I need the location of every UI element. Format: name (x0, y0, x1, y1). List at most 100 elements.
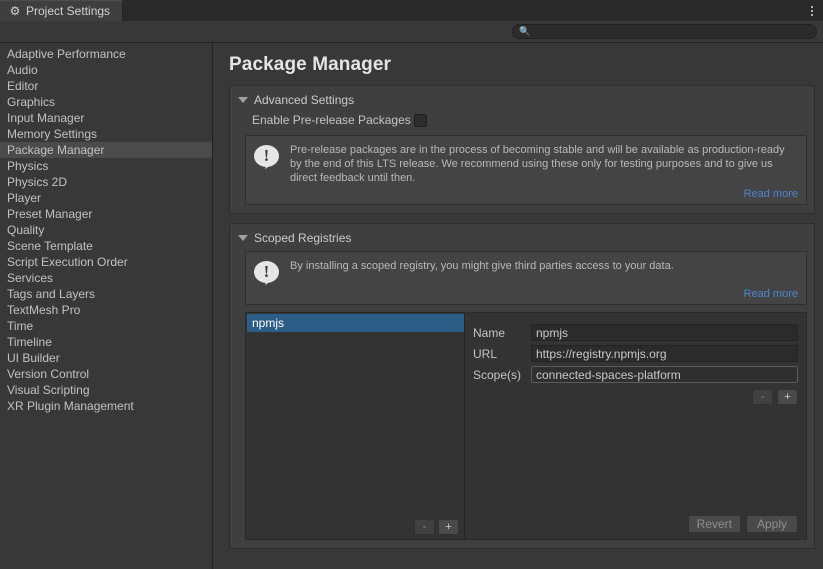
registry-scopes-label: Scope(s) (473, 367, 522, 382)
read-more-link[interactable]: Read more (744, 288, 798, 300)
sidebar-item-scene-template[interactable]: Scene Template (0, 238, 212, 254)
sidebar-item-label: Scene Template (7, 239, 93, 253)
sidebar-item-label: XR Plugin Management (7, 399, 134, 413)
sidebar-item-label: Input Manager (7, 111, 85, 125)
registry-detail-pane: Name URL Scope(s) - + (465, 313, 806, 539)
sidebar-item-player[interactable]: Player (0, 190, 212, 206)
read-more-link[interactable]: Read more (744, 188, 798, 200)
sidebar-item-label: Preset Manager (7, 207, 93, 221)
search-icon: 🔍 (519, 26, 531, 36)
window-body: Adaptive Performance Audio Editor Graphi… (0, 43, 823, 569)
registry-scopes-row: Scope(s) (473, 365, 798, 384)
sidebar-item-audio[interactable]: Audio (0, 62, 212, 78)
more-options-icon[interactable] (801, 0, 823, 21)
scoped-registries-info-box: ! By installing a scoped registry, you m… (245, 251, 807, 305)
sidebar-item-label: Audio (7, 63, 38, 77)
sidebar-item-xr-plugin-management[interactable]: XR Plugin Management (0, 398, 212, 414)
prerelease-info-text: Pre-release packages are in the process … (290, 144, 785, 184)
sidebar-item-label: Physics (7, 159, 49, 173)
sidebar-item-timeline[interactable]: Timeline (0, 334, 212, 350)
list-item[interactable]: npmjs (247, 314, 464, 332)
sidebar-item-version-control[interactable]: Version Control (0, 366, 212, 382)
sidebar-item-textmesh-pro[interactable]: TextMesh Pro (0, 302, 212, 318)
bubble-exclamation: ! (263, 262, 270, 281)
registry-scopes-input[interactable] (531, 366, 798, 383)
registry-url-input[interactable] (531, 345, 798, 362)
sidebar-item-preset-manager[interactable]: Preset Manager (0, 206, 212, 222)
kebab-dot (811, 13, 813, 16)
scoped-registries-group: Scoped Registries ! By installing a scop… (229, 223, 815, 549)
tab-project-settings[interactable]: ⚙ Project Settings (0, 0, 124, 21)
add-scope-button[interactable]: + (777, 389, 798, 405)
registry-action-buttons: Revert Apply (473, 515, 798, 533)
apply-button[interactable]: Apply (746, 515, 798, 533)
search-input[interactable] (534, 25, 810, 38)
info-exclamation-icon: ! (254, 261, 280, 287)
sidebar-item-label: Tags and Layers (7, 287, 96, 301)
revert-button[interactable]: Revert (687, 515, 741, 533)
remove-scope-button[interactable]: - (752, 389, 773, 405)
registry-list-buttons: - + (246, 515, 464, 539)
sidebar-item-adaptive-performance[interactable]: Adaptive Performance (0, 46, 212, 62)
sidebar-item-label: UI Builder (7, 351, 60, 365)
sidebar-item-visual-scripting[interactable]: Visual Scripting (0, 382, 212, 398)
gear-icon: ⚙ (9, 4, 21, 18)
kebab-dot (811, 9, 813, 12)
sidebar-item-label: Visual Scripting (7, 383, 90, 397)
settings-content-pane: Package Manager Advanced Settings Enable… (213, 43, 823, 569)
registry-list[interactable]: npmjs (246, 313, 464, 515)
sidebar-item-services[interactable]: Services (0, 270, 212, 286)
sidebar-item-label: Timeline (7, 335, 52, 349)
sidebar-item-script-execution-order[interactable]: Script Execution Order (0, 254, 212, 270)
scoped-registries-readmore-row: Read more (254, 286, 798, 300)
sidebar-item-memory-settings[interactable]: Memory Settings (0, 126, 212, 142)
chevron-down-icon (238, 234, 248, 241)
sidebar-item-quality[interactable]: Quality (0, 222, 212, 238)
project-settings-window: ⚙ Project Settings 🔍 Adaptive Performanc… (0, 0, 823, 569)
sidebar-item-tags-and-layers[interactable]: Tags and Layers (0, 286, 212, 302)
sidebar-item-label: Editor (7, 79, 39, 93)
sidebar-item-editor[interactable]: Editor (0, 78, 212, 94)
registry-url-label: URL (473, 346, 498, 361)
sidebar-item-label: Quality (7, 223, 45, 237)
advanced-settings-group: Advanced Settings Enable Pre-release Pac… (229, 85, 815, 214)
enable-prerelease-checkbox[interactable] (413, 113, 427, 127)
tab-label: Project Settings (26, 4, 111, 18)
registry-name-input[interactable] (531, 324, 798, 341)
sidebar-item-label: Services (7, 271, 54, 285)
sidebar-item-physics[interactable]: Physics (0, 158, 212, 174)
sidebar-item-label: Physics 2D (7, 175, 68, 189)
prerelease-label: Enable Pre-release Packages (252, 113, 411, 127)
prerelease-row: Enable Pre-release Packages (237, 110, 807, 130)
registry-item-label: npmjs (252, 316, 285, 330)
search-box[interactable]: 🔍 (512, 24, 817, 39)
sidebar-item-ui-builder[interactable]: UI Builder (0, 350, 212, 366)
sidebar-item-label: Adaptive Performance (7, 47, 126, 61)
settings-category-sidebar[interactable]: Adaptive Performance Audio Editor Graphi… (0, 43, 213, 569)
scoped-registries-info-text: By installing a scoped registry, you mig… (290, 260, 674, 272)
info-exclamation-icon: ! (254, 145, 280, 171)
advanced-settings-header: Advanced Settings (254, 92, 355, 107)
advanced-settings-foldout[interactable]: Advanced Settings (237, 91, 807, 108)
sidebar-item-time[interactable]: Time (0, 318, 212, 334)
sidebar-item-package-manager[interactable]: Package Manager (0, 142, 212, 158)
registry-editor: npmjs - + Name npmjs URL https://registr… (245, 312, 807, 540)
window-tab-bar: ⚙ Project Settings (0, 0, 823, 21)
add-registry-button[interactable]: + (438, 519, 459, 535)
sidebar-item-label: Graphics (7, 95, 56, 109)
registry-name-row: Name (473, 323, 798, 342)
sidebar-item-label: Package Manager (7, 143, 105, 157)
bubble-exclamation: ! (263, 146, 270, 165)
detail-spacer (473, 405, 798, 515)
sidebar-item-physics-2d[interactable]: Physics 2D (0, 174, 212, 190)
sidebar-item-input-manager[interactable]: Input Manager (0, 110, 212, 126)
tab-bar-spacer (123, 0, 801, 21)
scoped-registries-foldout[interactable]: Scoped Registries (237, 229, 807, 246)
sidebar-item-label: Memory Settings (7, 127, 98, 141)
sidebar-item-label: Player (7, 191, 42, 205)
page-title: Package Manager (229, 54, 392, 75)
prerelease-info-box: ! Pre-release packages are in the proces… (245, 135, 807, 205)
sidebar-item-graphics[interactable]: Graphics (0, 94, 212, 110)
registry-url-row: URL (473, 344, 798, 363)
remove-registry-button[interactable]: - (414, 519, 435, 535)
